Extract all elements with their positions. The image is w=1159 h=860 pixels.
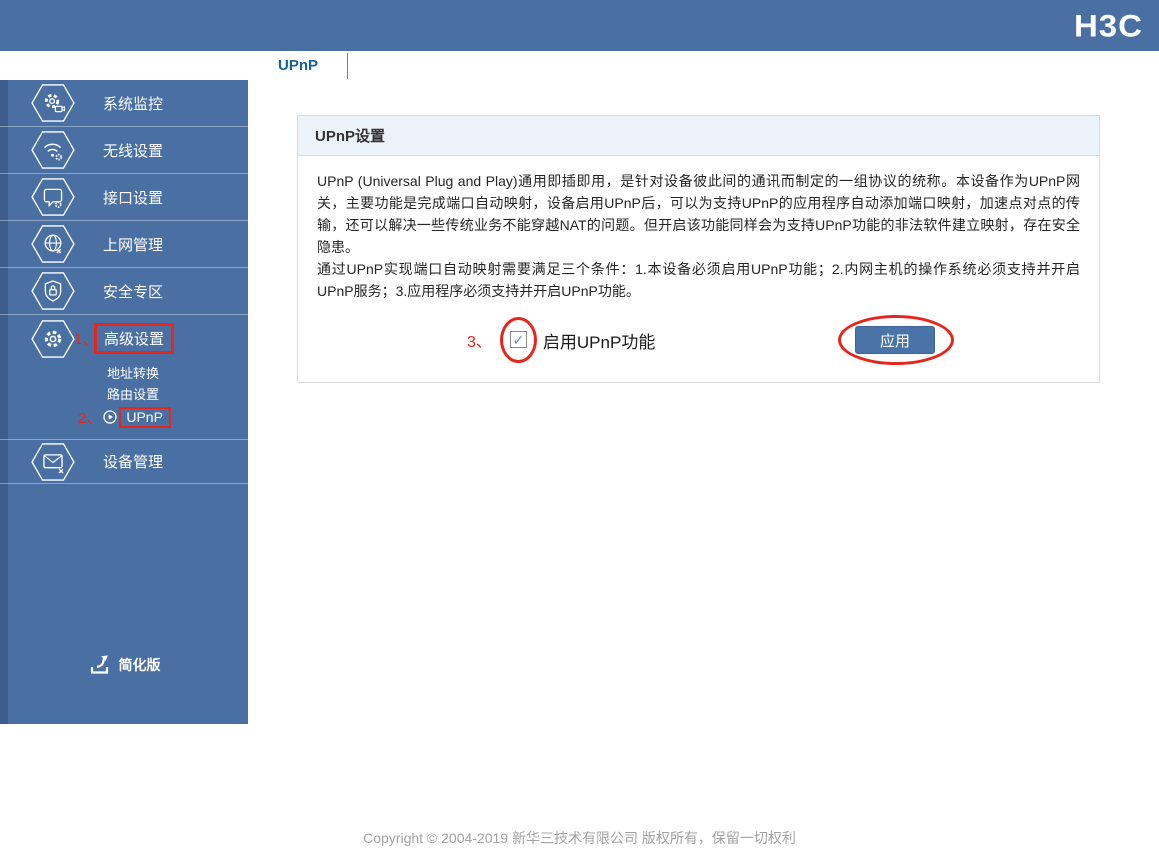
annotation-step2: 2、 [78,407,101,428]
export-arrow-icon [88,654,112,676]
h3c-logo: H3C [1074,7,1143,43]
annotation-step3: 3、 [467,328,492,352]
apply-button[interactable]: 应用 [855,326,935,354]
internet-management-icon [30,224,76,264]
main-content: UPnP设置 UPnP (Universal Plug and Play)通用即… [248,80,1159,724]
sidebar-item-label: 设备管理 [103,451,163,472]
apply-button-wrapper: 应用 [855,326,935,354]
tab-bar: UPnP [0,51,1159,80]
system-monitor-icon [30,83,76,123]
enable-upnp-row: 3、 ✓ 启用UPnP功能 应用 [317,316,1080,364]
upnp-conditions-paragraph: 通过UPnP实现端口自动映射需要满足三个条件：1.本设备必须启用UPnP功能；2… [317,258,1080,302]
copyright-footer: Copyright © 2004-2019 新华三技术有限公司 版权所有，保留一… [0,828,1159,848]
sidebar-item-label: 无线设置 [103,140,163,161]
upnp-description-paragraph: UPnP (Universal Plug and Play)通用即插即用，是针对… [317,170,1080,258]
simplified-mode-button[interactable]: 简化版 [0,654,248,676]
checkbox-wrapper: ✓ [510,331,528,349]
wireless-settings-icon [30,130,76,170]
top-header-bar: H3C [0,0,1159,51]
sidebar-item-label: 接口设置 [103,187,163,208]
sidebar-item-label: 系统监控 [103,93,163,114]
sidebar-item-label: 上网管理 [103,234,163,255]
advanced-settings-icon [30,319,76,359]
sidebar-item-label: 高级设置 [104,331,164,348]
sidebar-item-device-management[interactable]: 设备管理 [0,440,248,484]
device-management-icon [30,442,76,482]
sidebar-item-label: 安全专区 [103,281,163,302]
upnp-settings-panel: UPnP设置 UPnP (Universal Plug and Play)通用即… [297,115,1100,383]
simplified-mode-label: 简化版 [119,655,161,675]
h3c-router-admin-page: H3C UPnP 系统监控 [0,0,1159,860]
sidebar-item-advanced-settings[interactable]: 1、 高级设置 [0,315,248,362]
tab-divider [347,53,348,79]
submenu-item-nat[interactable]: 地址转换 [0,362,248,383]
checkmark-icon: ✓ [513,333,525,347]
security-zone-icon [30,271,76,311]
enable-upnp-checkbox[interactable]: ✓ [510,331,527,348]
annotation-red-box-upnp: UPnP [119,407,171,428]
enable-upnp-label: 启用UPnP功能 [543,328,655,353]
sidebar-item-system-monitor[interactable]: 系统监控 [0,80,248,127]
sidebar-item-interface-settings[interactable]: 接口设置 [0,174,248,221]
annotation-red-box-advanced: 高级设置 [94,323,174,354]
submenu-item-upnp[interactable]: 2、 UPnP [0,404,248,430]
panel-header: UPnP设置 [298,116,1099,156]
panel-body: UPnP (Universal Plug and Play)通用即插即用，是针对… [298,156,1099,382]
sidebar-item-security-zone[interactable]: 安全专区 [0,268,248,315]
sidebar-item-wireless-settings[interactable]: 无线设置 [0,127,248,174]
tab-upnp[interactable]: UPnP [252,51,344,80]
submenu-item-routing[interactable]: 路由设置 [0,383,248,404]
interface-settings-icon [30,177,76,217]
sidebar: 系统监控 无线设置 接口设置 [0,80,248,724]
annotation-step1: 1、 [74,328,97,349]
panel-title: UPnP设置 [315,128,385,145]
selected-play-icon [103,410,117,424]
advanced-submenu: 地址转换 路由设置 2、 UPnP [0,362,248,440]
sidebar-nav: 系统监控 无线设置 接口设置 [0,80,248,724]
sidebar-item-internet-management[interactable]: 上网管理 [0,221,248,268]
